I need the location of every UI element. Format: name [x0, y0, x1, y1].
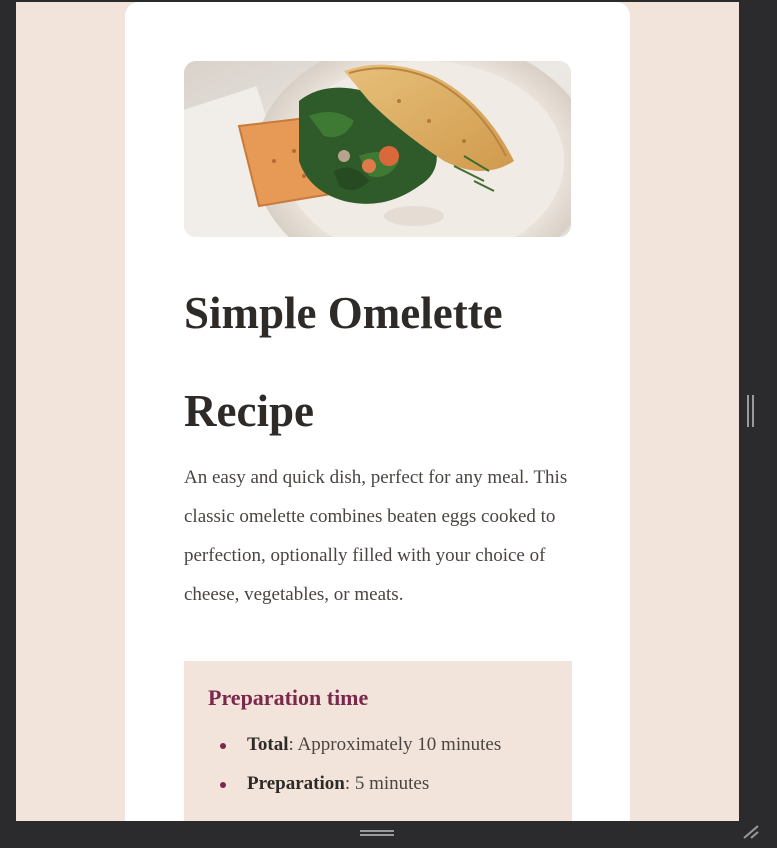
vertical-resize-handle-icon[interactable] [747, 395, 755, 427]
bullet-icon [220, 743, 226, 749]
omelette-photo [184, 61, 571, 237]
preparation-list: Total: Approximately 10 minutes Preparat… [208, 733, 501, 811]
bullet-icon [220, 782, 226, 788]
preparation-time-box: Preparation time Total: Approximately 10… [184, 661, 572, 821]
prep-item-value: : 5 minutes [344, 773, 430, 794]
recipe-image [184, 61, 571, 237]
prep-item-label: Total [247, 734, 289, 755]
recipe-description: An easy and quick dish, perfect for any … [184, 467, 568, 605]
prep-item-value: : Approximately 10 minutes [288, 734, 502, 755]
horizontal-resize-handle-icon[interactable] [360, 828, 394, 838]
prep-item-label: Preparation [247, 773, 345, 794]
list-item: Preparation: 5 minutes [208, 772, 501, 811]
preparation-heading: Preparation time [208, 685, 369, 710]
list-item: Total: Approximately 10 minutes [208, 733, 501, 772]
recipe-card: Simple Omelette Recipe An easy and quick… [125, 2, 630, 821]
page-viewport[interactable]: Simple Omelette Recipe An easy and quick… [16, 2, 739, 821]
recipe-title: Simple Omelette Recipe [184, 288, 503, 436]
resize-corner-grip-icon[interactable] [741, 823, 761, 843]
